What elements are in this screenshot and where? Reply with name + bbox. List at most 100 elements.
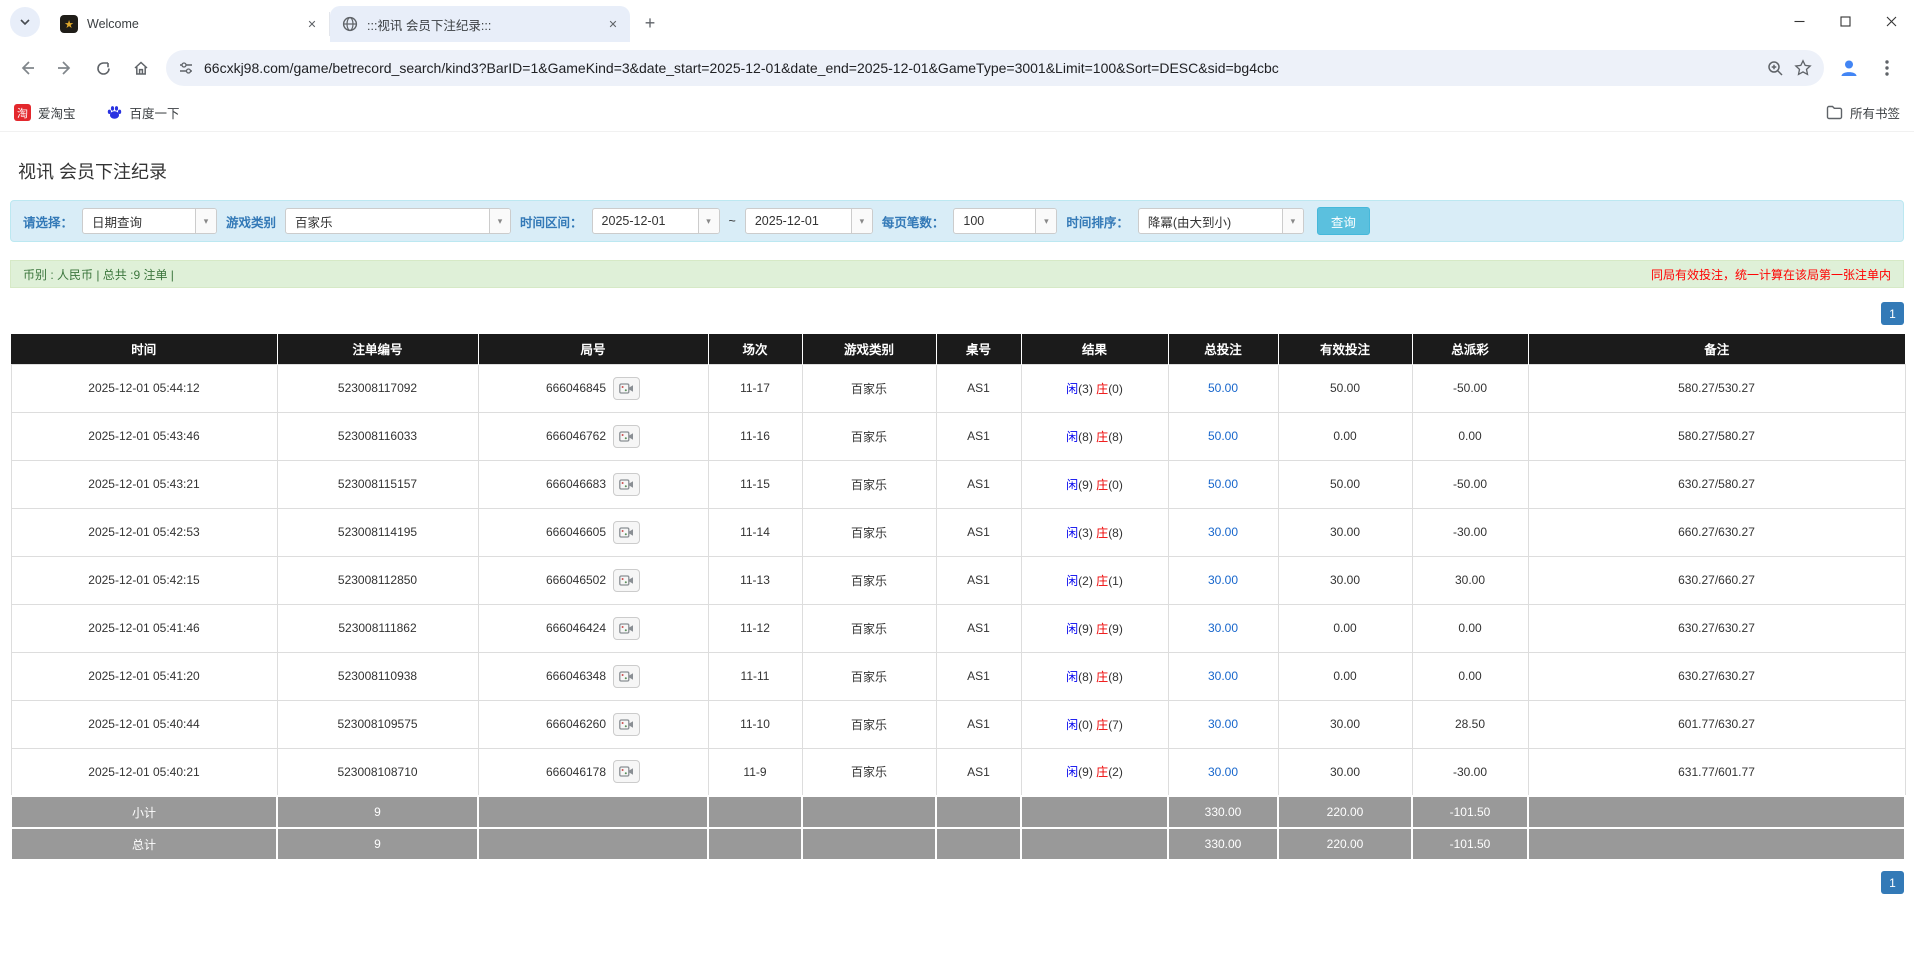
browser-toolbar: 66cxkj98.com/game/betrecord_search/kind3… [0,42,1914,94]
banker-result: 庄 [1096,525,1109,540]
video-icon [619,526,634,538]
banker-points: (0) [1108,381,1123,396]
profile-avatar[interactable] [1832,51,1866,85]
search-button[interactable]: 查询 [1316,207,1370,235]
refresh-icon [96,61,110,75]
col-table-no: 桌号 [936,334,1022,364]
page-content: 视讯 会员下注纪录 请选择： 日期查询 ▾ 游戏类别 百家乐 ▾ 时间区间： 2… [0,158,1914,894]
cell-result: 闲(0) 庄(7) [1020,699,1169,749]
cell-session: 11-15 [707,459,803,509]
player-result: 闲 [1066,765,1079,780]
date-start-select[interactable]: 2025-12-01 ▾ [591,208,720,234]
all-bookmarks-button[interactable]: 所有书签 [1826,103,1900,122]
cell-remark: 660.27/630.27 [1527,507,1906,557]
cell-time: 2025-12-01 05:40:21 [10,747,278,797]
refresh-button[interactable] [86,51,120,85]
bookmark-star-icon[interactable] [1794,59,1812,77]
site-info-icon[interactable] [178,60,194,76]
video-replay-button[interactable] [613,664,641,688]
round-number: 666046683 [545,477,607,491]
cell-round-no: 666046762 [477,411,709,461]
cell-round-no: 666046683 [477,459,709,509]
home-button[interactable] [124,51,158,85]
video-replay-button[interactable] [613,616,641,640]
video-icon [619,382,634,394]
col-time: 时间 [11,334,278,364]
video-replay-button[interactable] [613,760,641,784]
cell-payout: -50.00 [1411,459,1529,509]
cell-total-bet[interactable]: 30.00 [1167,507,1279,557]
browser-menu-button[interactable] [1870,51,1904,85]
cell-session: 11-13 [707,555,803,605]
tab-search-button[interactable] [10,7,40,37]
home-icon [134,61,148,75]
video-replay-button[interactable] [613,376,641,400]
tab-close-icon[interactable]: ✕ [303,15,321,33]
url-bar[interactable]: 66cxkj98.com/game/betrecord_search/kind3… [166,50,1824,86]
cell-remark: 580.27/530.27 [1527,363,1906,413]
tab-close-icon[interactable]: ✕ [604,15,622,33]
minimize-button[interactable] [1776,0,1822,42]
close-window-button[interactable] [1868,0,1914,42]
banker-result: 庄 [1096,381,1109,396]
cell-total-bet[interactable]: 30.00 [1167,699,1279,749]
cell-total-bet[interactable]: 50.00 [1167,459,1279,509]
sort-select[interactable]: 降冪(由大到小) ▾ [1137,208,1304,234]
page-size-select[interactable]: 100 ▾ [953,208,1058,234]
subtotal-row: 小计 9 330.00 220.00 -101.50 [10,795,1906,829]
cell-round-no: 666046605 [477,507,709,557]
video-replay-button[interactable] [613,424,641,448]
cell-total-bet[interactable]: 50.00 [1167,411,1279,461]
cell-total-bet[interactable]: 30.00 [1167,555,1279,605]
cell-time: 2025-12-01 05:44:12 [10,363,278,413]
round-number: 666046502 [545,573,607,587]
cell-time: 2025-12-01 05:40:44 [10,699,278,749]
url-text[interactable]: 66cxkj98.com/game/betrecord_search/kind3… [204,60,1757,76]
tab-welcome[interactable]: ★ Welcome ✕ [48,12,330,36]
total-total-bet: 330.00 [1167,827,1279,861]
player-points: (8) [1078,429,1093,444]
cell-session: 11-12 [707,603,803,653]
cell-valid-bet: 50.00 [1277,363,1413,413]
cell-total-bet[interactable]: 30.00 [1167,651,1279,701]
cell-valid-bet: 30.00 [1277,699,1413,749]
tab-strip: ★ Welcome ✕ :::视讯 会员下注纪录::: ✕ + [0,0,1914,42]
page-1-button[interactable]: 1 [1881,871,1904,894]
maximize-button[interactable] [1822,0,1868,42]
col-session: 场次 [708,334,803,364]
bet-records-table: 时间 注单编号 局号 场次 游戏类别 桌号 结果 总投注 有效投注 总派彩 备注… [10,334,1906,861]
bookmarks-bar: 淘 爱淘宝 百度一下 所有书签 [0,94,1914,132]
forward-button[interactable] [48,51,82,85]
globe-favicon-icon [342,16,358,32]
mode-select[interactable]: 日期查询 ▾ [82,208,218,234]
cell-total-bet[interactable]: 50.00 [1167,363,1279,413]
round-number: 666046845 [545,381,607,395]
game-type-select[interactable]: 百家乐 ▾ [285,208,512,234]
cell-total-bet[interactable]: 30.00 [1167,603,1279,653]
cell-time: 2025-12-01 05:43:46 [10,411,278,461]
zoom-icon[interactable] [1767,60,1784,77]
cell-table-no: AS1 [935,363,1022,413]
cell-total-bet[interactable]: 30.00 [1167,747,1279,797]
chevron-down-icon: ▾ [697,209,719,233]
video-replay-button[interactable] [613,712,641,736]
sort-label: 时间排序： [1066,215,1129,230]
bookmark-taobao[interactable]: 淘 爱淘宝 [14,103,76,122]
table-row: 2025-12-01 05:42:15 523008112850 6660465… [10,555,1906,605]
video-replay-button[interactable] [613,568,641,592]
pagination-bottom: 1 [10,871,1904,894]
banker-result: 庄 [1096,765,1109,780]
video-icon [619,670,634,682]
video-replay-button[interactable] [613,520,641,544]
page-1-button[interactable]: 1 [1881,302,1904,325]
date-end-value: 2025-12-01 [754,214,819,228]
back-button[interactable] [10,51,44,85]
video-replay-button[interactable] [613,472,641,496]
date-end-select[interactable]: 2025-12-01 ▾ [744,208,873,234]
cell-valid-bet: 30.00 [1277,507,1413,557]
bookmark-baidu[interactable]: 百度一下 [106,103,180,122]
new-tab-button[interactable]: + [636,9,664,37]
cell-game-type: 百家乐 [801,363,937,413]
tab-title: :::视讯 会员下注纪录::: [367,18,492,33]
tab-bet-records[interactable]: :::视讯 会员下注纪录::: ✕ [330,6,630,42]
